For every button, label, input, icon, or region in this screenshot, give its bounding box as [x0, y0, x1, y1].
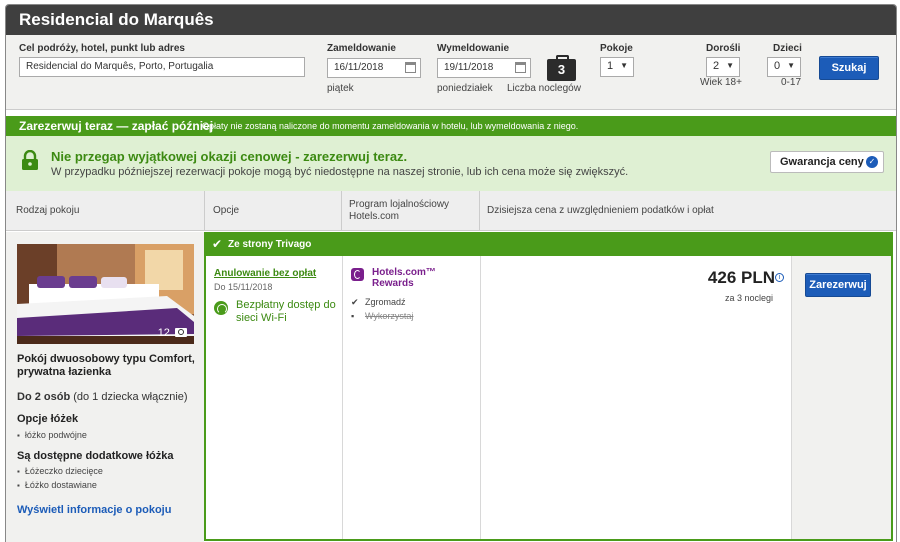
- rooms-value: 1: [607, 60, 614, 72]
- loyalty-column: Hotels.com™ Rewards ✔ Zgromadź ▪ Wykorzyst…: [343, 256, 481, 539]
- loyalty-redeem: ▪ Wykorzystaj: [351, 311, 413, 321]
- checkin-value: 16/11/2018: [334, 62, 384, 73]
- adults-note: Wiek 18+: [700, 77, 742, 88]
- hotel-title-bar: Residencial do Marquês: [6, 5, 896, 35]
- chevron-down-icon: ▼: [726, 61, 734, 70]
- chevron-down-icon: ▼: [620, 61, 628, 70]
- deal-headline: Nie przegap wyjątkowej okazji cenowej - …: [51, 149, 408, 164]
- room-name: Pokój dwuosobowy typu Comfort, prywatna …: [17, 353, 195, 378]
- adults-select[interactable]: 2 ▼: [706, 57, 740, 77]
- children-select[interactable]: 0 ▼: [767, 57, 801, 77]
- occupancy-detail: (do 1 dziecka włącznie): [70, 391, 188, 403]
- chevron-down-icon: ▼: [787, 61, 795, 70]
- room-occupancy: Do 2 osób (do 1 dziecka włącznie): [17, 391, 188, 403]
- camera-icon: [175, 328, 187, 337]
- nights-label: Liczba noclegów: [507, 83, 581, 94]
- nights-count-icon: 3: [547, 55, 576, 81]
- rooms-select[interactable]: 1 ▼: [600, 57, 634, 77]
- room-offer: ✔ Ze strony Trivago Anulowanie bez opłat…: [204, 232, 893, 541]
- free-cancellation-link[interactable]: Anulowanie bez opłat: [214, 268, 316, 279]
- free-wifi-text: Bezpłatny dostęp do sieci Wi-Fi: [236, 299, 336, 324]
- book-button[interactable]: Zarezerwuj: [805, 273, 871, 297]
- photo-count: 12: [158, 327, 187, 339]
- header-room-type: Rodzaj pokoju: [16, 205, 80, 216]
- occupancy-max: Do 2 osób: [17, 391, 71, 403]
- column-divider: [341, 191, 342, 231]
- info-icon[interactable]: i: [775, 273, 784, 282]
- extra-bed-item: Łóżeczko dziecięce: [17, 466, 103, 476]
- room-info-panel: 12 Pokój dwuosobowy typu Comfort, prywat…: [6, 232, 204, 542]
- collect-label: Zgromadź: [365, 297, 406, 307]
- price-note: za 3 noclegi: [724, 293, 773, 303]
- destination-input[interactable]: Residencial do Marquês, Porto, Portugali…: [19, 57, 305, 77]
- photo-count-value: 12: [157, 327, 170, 339]
- children-label: Dzieci: [773, 43, 802, 54]
- search-form: Cel podróży, hotel, punkt lub adres Resi…: [6, 35, 896, 110]
- checkout-day: poniedziałek: [437, 83, 493, 94]
- header-price: Dzisiejsza cena z uwzględnieniem podatkó…: [487, 205, 714, 216]
- checkin-label: Zameldowanie: [327, 43, 396, 54]
- room-info-link[interactable]: Wyświetl informacje o pokoju: [17, 504, 171, 516]
- calendar-icon[interactable]: [405, 62, 416, 73]
- bullet-icon: ▪: [351, 311, 355, 321]
- checkin-day: piątek: [327, 83, 354, 94]
- price-column: 426 PLN i za 3 noclegi: [481, 256, 792, 539]
- wifi-icon: [214, 301, 228, 315]
- rooms-label: Pokoje: [600, 43, 633, 54]
- price-guarantee-button[interactable]: Gwarancja ceny ✓: [770, 151, 884, 173]
- globe-icon: ✓: [866, 156, 878, 168]
- checkout-input[interactable]: 19/11/2018: [437, 58, 531, 78]
- room-photo[interactable]: 12: [17, 244, 194, 344]
- children-note: 0-17: [781, 77, 802, 88]
- cancellation-deadline: Do 15/11/2018: [214, 282, 273, 292]
- options-column: Anulowanie bez opłat Do 15/11/2018 Bezpł…: [206, 256, 343, 539]
- checkin-input[interactable]: 16/11/2018: [327, 58, 421, 78]
- check-icon: ✔: [351, 297, 359, 307]
- lock-icon: [22, 150, 38, 170]
- booking-column: Zarezerwuj: [792, 256, 891, 539]
- pay-later-note: Opłaty nie zostaną naliczone do momentu …: [202, 121, 579, 131]
- loyalty-program-name: Hotels.com™ Rewards: [372, 267, 436, 289]
- offer-source: Ze strony Trivago: [228, 239, 312, 250]
- checkout-label: Wymeldowanie: [437, 43, 510, 54]
- hotel-window: Residencial do Marquês Cel podróży, hote…: [5, 4, 897, 542]
- hotels-rewards-icon: [351, 268, 364, 281]
- checkout-value: 19/11/2018: [444, 62, 494, 73]
- offer-source-bar: ✔ Ze strony Trivago: [206, 234, 891, 256]
- price-guarantee-label: Gwarancja ceny: [780, 156, 864, 168]
- hotel-title: Residencial do Marquês: [19, 10, 214, 29]
- pay-later-banner: Zarezerwuj teraz — zapłać później Opłaty…: [6, 116, 896, 136]
- bed-options-title: Opcje łóżek: [17, 413, 79, 425]
- search-button[interactable]: Szukaj: [819, 56, 879, 80]
- header-loyalty-line2: Hotels.com: [349, 211, 400, 222]
- header-loyalty-line1: Program lojalnościowy: [349, 199, 450, 210]
- header-options: Opcje: [213, 205, 240, 216]
- extra-bed-item: Łóżko dostawiane: [17, 480, 97, 490]
- adults-value: 2: [713, 60, 720, 72]
- rooms-table-header: Rodzaj pokoju Opcje Program lojalnościow…: [6, 191, 896, 231]
- extra-beds-title: Są dostępne dodatkowe łóżka: [17, 450, 174, 462]
- room-price: 426 PLN: [707, 268, 775, 287]
- check-icon: ✔: [212, 237, 223, 251]
- deal-text: W przypadku późniejszej rezerwacji pokoj…: [51, 166, 629, 178]
- loyalty-collect: ✔ Zgromadź: [351, 297, 406, 308]
- pay-later-title: Zarezerwuj teraz — zapłać później: [19, 119, 214, 133]
- destination-label: Cel podróży, hotel, punkt lub adres: [19, 43, 185, 54]
- bed-option-item: łóżko podwójne: [17, 430, 87, 440]
- price-deal-banner: Nie przegap wyjątkowej okazji cenowej - …: [6, 136, 896, 192]
- children-value: 0: [774, 60, 781, 72]
- adults-label: Dorośli: [706, 43, 741, 54]
- redeem-label: Wykorzystaj: [365, 311, 414, 321]
- calendar-icon[interactable]: [515, 62, 526, 73]
- column-divider: [479, 191, 480, 231]
- column-divider: [204, 191, 205, 231]
